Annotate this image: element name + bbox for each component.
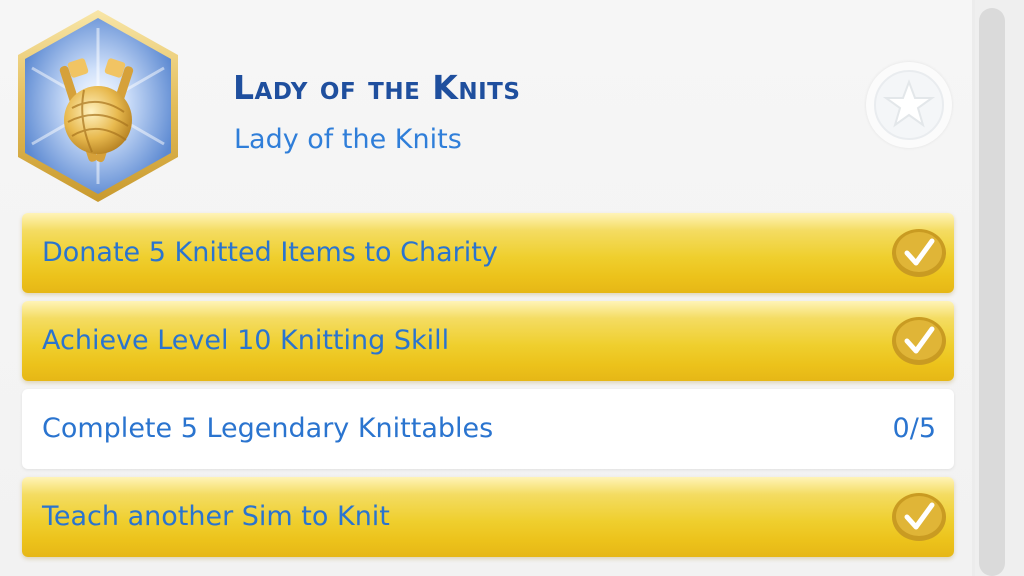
aspiration-badge	[18, 10, 178, 202]
goal-label: Teach another Sim to Knit	[42, 501, 390, 532]
goal-row: Complete 5 Legendary Knittables 0/5	[22, 389, 954, 469]
goal-progress: 0/5	[892, 413, 936, 444]
goal-row: Achieve Level 10 Knitting Skill	[22, 301, 954, 381]
aspiration-panel: Lady of the Knits Lady of the Knits Dona…	[0, 0, 972, 576]
scrollbar-thumb[interactable]	[979, 8, 1005, 576]
aspiration-title: Lady of the Knits	[233, 68, 521, 107]
checkmark-icon	[892, 229, 946, 277]
goal-row: Donate 5 Knitted Items to Charity	[22, 213, 954, 293]
goal-label: Complete 5 Legendary Knittables	[42, 413, 494, 444]
checkmark-icon	[892, 317, 946, 365]
goal-label: Donate 5 Knitted Items to Charity	[42, 237, 498, 268]
favorite-star-button[interactable]	[866, 62, 952, 148]
star-icon	[874, 70, 944, 140]
aspiration-subtitle: Lady of the Knits	[234, 124, 462, 155]
goal-list: Donate 5 Knitted Items to Charity Achiev…	[22, 213, 954, 565]
goal-label: Achieve Level 10 Knitting Skill	[42, 325, 450, 356]
goal-row: Teach another Sim to Knit	[22, 477, 954, 557]
scrollbar[interactable]	[975, 0, 1024, 576]
checkmark-icon	[892, 493, 946, 541]
